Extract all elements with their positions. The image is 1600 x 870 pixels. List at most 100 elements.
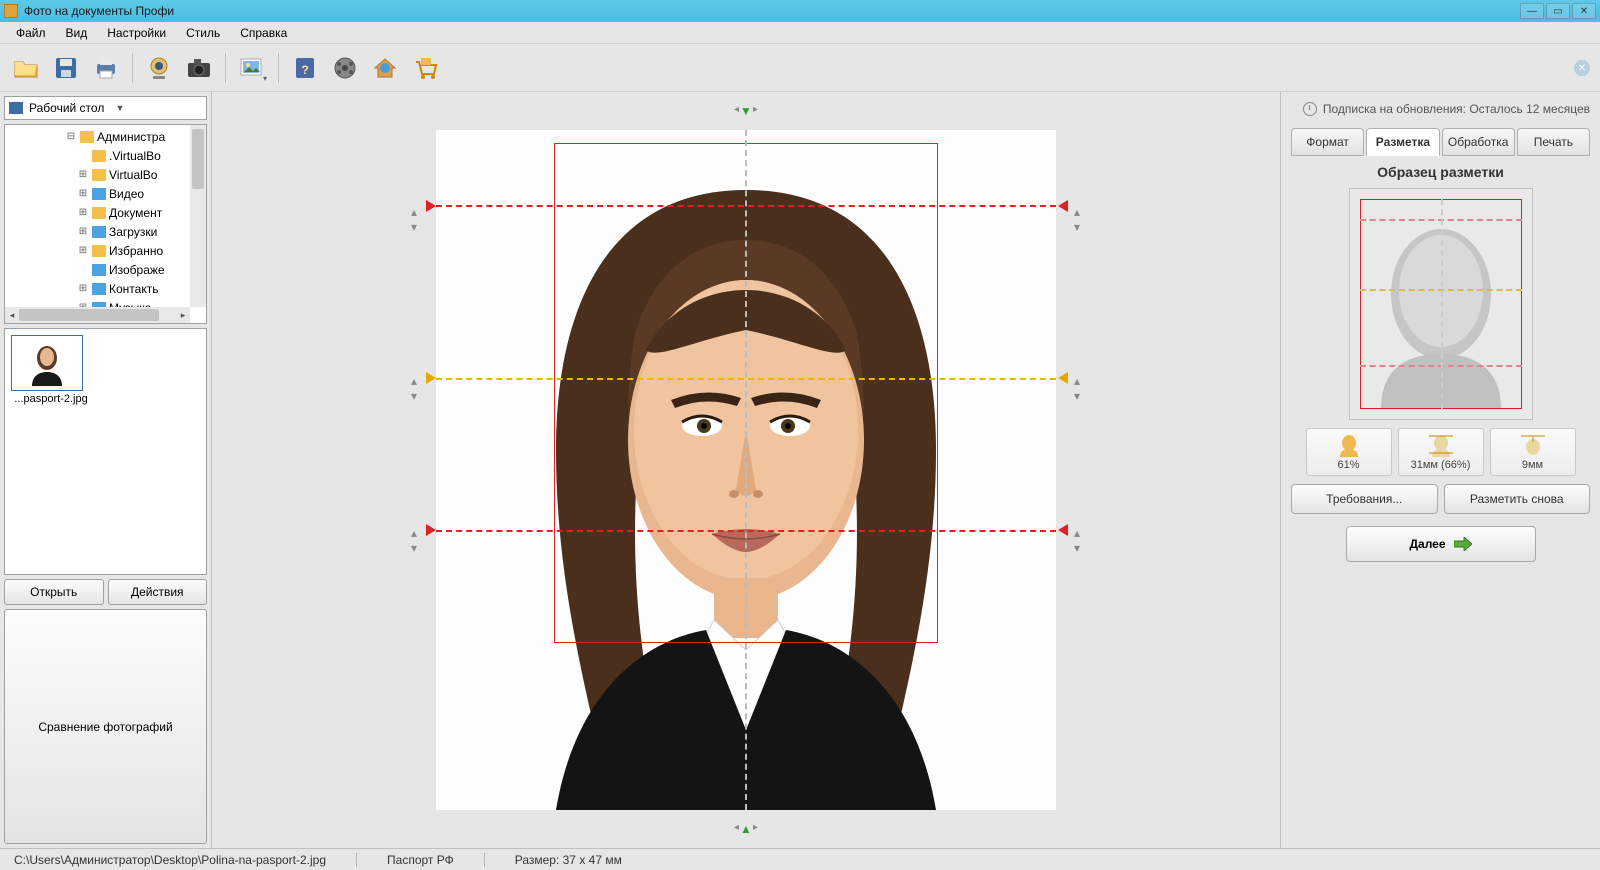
- arrow-marker-icon: [426, 200, 436, 212]
- tab-format[interactable]: Формат: [1291, 128, 1364, 156]
- metric-value: 61%: [1337, 459, 1359, 471]
- folder-icon: [92, 245, 106, 257]
- metric-value: 31мм (66%): [1411, 459, 1471, 471]
- toolbar-separator: [225, 53, 226, 83]
- sample-crop-rect: [1360, 199, 1522, 409]
- folder-icon: [92, 264, 106, 276]
- requirements-button[interactable]: Требования...: [1291, 484, 1438, 514]
- arrow-marker-icon: [1058, 524, 1068, 536]
- next-button[interactable]: Далее: [1346, 526, 1536, 562]
- metric-head-height[interactable]: 31мм (66%): [1398, 428, 1484, 476]
- sample-preview: [1349, 188, 1533, 420]
- actions-button[interactable]: Действия: [108, 579, 208, 605]
- photo-canvas[interactable]: [436, 130, 1056, 810]
- tree-item[interactable]: .VirtualBo: [5, 146, 206, 165]
- subscription-status: Подписка на обновления: Осталось 12 меся…: [1291, 98, 1590, 120]
- tree-expand-icon[interactable]: ⊞: [77, 245, 89, 256]
- save-button[interactable]: [48, 50, 84, 86]
- tree-item-label: Контакть: [109, 282, 158, 296]
- maximize-button[interactable]: ▭: [1546, 3, 1570, 19]
- subscription-text: Подписка на обновления: Осталось 12 меся…: [1323, 102, 1590, 116]
- tree-expand-icon[interactable]: ⊞: [77, 188, 89, 199]
- canvas-area: ◂▼▸ ◂▲▸: [212, 92, 1280, 848]
- tree-item-label: Видео: [109, 187, 144, 201]
- tree-item[interactable]: ⊞Документ: [5, 203, 206, 222]
- thumbnail-item[interactable]: ...pasport-2.jpg: [11, 335, 91, 405]
- tree-item[interactable]: ⊞ Загрузки: [5, 222, 206, 241]
- guide-handle[interactable]: ▴▾: [1074, 374, 1080, 403]
- resize-arrows-top[interactable]: ◂▼▸: [734, 104, 758, 118]
- save-icon: [52, 54, 80, 82]
- thumbnail-panel: ...pasport-2.jpg: [4, 328, 207, 575]
- menu-style[interactable]: Стиль: [176, 24, 230, 42]
- desktop-icon: [9, 102, 23, 114]
- tab-print[interactable]: Печать: [1517, 128, 1590, 156]
- arrow-marker-icon: [426, 524, 436, 536]
- tree-item-label: Загрузки: [109, 225, 157, 239]
- remark-button[interactable]: Разметить снова: [1444, 484, 1591, 514]
- margin-icon: [1519, 433, 1547, 457]
- guide-handle[interactable]: ▴▾: [411, 205, 417, 234]
- folder-selector[interactable]: Рабочий стол ▼: [4, 96, 207, 120]
- tree-item[interactable]: ⊞ Видео: [5, 184, 206, 203]
- minimize-button[interactable]: —: [1520, 3, 1544, 19]
- photo-image: [436, 130, 1056, 810]
- tree-item[interactable]: ⊞VirtualBo: [5, 165, 206, 184]
- close-button[interactable]: ✕: [1572, 3, 1596, 19]
- guide-handle[interactable]: ▴▾: [411, 374, 417, 403]
- metric-top-margin[interactable]: 9мм: [1490, 428, 1576, 476]
- help-button[interactable]: ?: [287, 50, 323, 86]
- folder-tree[interactable]: ⊟Администра.VirtualBo⊞VirtualBo⊞Видео⊞До…: [4, 124, 207, 324]
- guide-handle[interactable]: ▴▾: [411, 526, 417, 555]
- tree-scrollbar-vertical[interactable]: [190, 125, 206, 307]
- tree-expand-icon[interactable]: ⊞: [77, 169, 89, 180]
- guide-handle[interactable]: ▴▾: [1074, 205, 1080, 234]
- resize-arrows-bottom[interactable]: ◂▲▸: [734, 822, 758, 836]
- tree-item-label: Изображе: [109, 263, 165, 277]
- tree-item[interactable]: ⊟Администра: [5, 127, 206, 146]
- tree-expand-icon[interactable]: ⊞: [77, 283, 89, 294]
- tree-item[interactable]: ⊞ Контакть: [5, 279, 206, 298]
- print-button[interactable]: [88, 50, 124, 86]
- tab-markup[interactable]: Разметка: [1366, 128, 1439, 156]
- tab-processing[interactable]: Обработка: [1442, 128, 1515, 156]
- tree-scrollbar-horizontal[interactable]: ◂▸: [5, 307, 190, 323]
- cart-button[interactable]: [407, 50, 443, 86]
- camera-button[interactable]: [181, 50, 217, 86]
- sample-title: Образец разметки: [1291, 164, 1590, 180]
- tree-expand-icon[interactable]: ⊟: [65, 131, 77, 142]
- thumbnail-image[interactable]: [11, 335, 83, 391]
- toolbar-close-icon[interactable]: ✕: [1574, 60, 1590, 76]
- compare-photos-button[interactable]: Сравнение фотографий: [4, 609, 207, 844]
- menu-file[interactable]: Файл: [6, 24, 56, 42]
- tree-expand-icon[interactable]: ⊞: [77, 226, 89, 237]
- tree-item[interactable]: Изображе: [5, 260, 206, 279]
- folder-icon: [92, 207, 106, 219]
- open-button[interactable]: [8, 50, 44, 86]
- tree-item[interactable]: ⊞Избранно: [5, 241, 206, 260]
- preview-button[interactable]: [234, 50, 270, 86]
- folder-icon: [92, 188, 106, 200]
- folder-icon: [92, 283, 106, 295]
- app-icon: [4, 4, 18, 18]
- menu-view[interactable]: Вид: [56, 24, 98, 42]
- metric-head-ratio[interactable]: 61%: [1306, 428, 1392, 476]
- left-panel: Рабочий стол ▼ ⊟Администра.VirtualBo⊞Vir…: [0, 92, 212, 848]
- home-button[interactable]: [367, 50, 403, 86]
- tab-bar: Формат Разметка Обработка Печать: [1291, 128, 1590, 156]
- video-button[interactable]: [327, 50, 363, 86]
- menu-help[interactable]: Справка: [230, 24, 297, 42]
- right-panel: Подписка на обновления: Осталось 12 меся…: [1280, 92, 1600, 848]
- arrow-right-icon: [1454, 537, 1472, 551]
- help-icon: ?: [291, 54, 319, 82]
- open-file-button[interactable]: Открыть: [4, 579, 104, 605]
- chevron-down-icon: ▼: [116, 103, 203, 113]
- guide-handle[interactable]: ▴▾: [1074, 526, 1080, 555]
- menu-settings[interactable]: Настройки: [97, 24, 176, 42]
- tree-expand-icon[interactable]: ⊞: [77, 207, 89, 218]
- metric-value: 9мм: [1522, 459, 1543, 471]
- webcam-button[interactable]: [141, 50, 177, 86]
- status-bar: C:\Users\Администратор\Desktop\Polina-na…: [0, 848, 1600, 870]
- cart-icon: [411, 54, 439, 82]
- menu-bar: Файл Вид Настройки Стиль Справка: [0, 22, 1600, 44]
